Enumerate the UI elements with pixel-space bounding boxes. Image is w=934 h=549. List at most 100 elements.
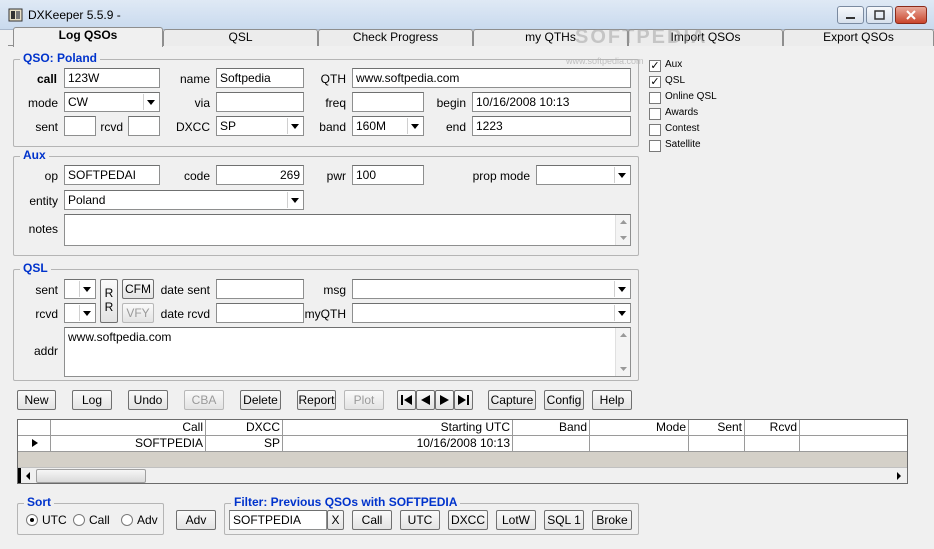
addr-field[interactable]: www.softpedia.com: [64, 327, 631, 377]
window-title: DXKeeper 5.5.9 -: [28, 8, 121, 22]
filter-input[interactable]: SOFTPEDIA: [229, 510, 327, 530]
col-header-starting-utc[interactable]: Starting UTC: [283, 420, 513, 435]
end-label: end: [445, 120, 466, 134]
date-rcvd-field[interactable]: [216, 303, 304, 323]
filter-broke-button[interactable]: Broke: [592, 510, 632, 530]
chevron-down-icon[interactable]: [407, 118, 422, 134]
sent-field[interactable]: [64, 116, 96, 136]
cell-dxcc: SP: [206, 436, 283, 451]
tab-check-progress[interactable]: Check Progress: [318, 29, 473, 46]
msg-select[interactable]: [352, 279, 631, 299]
notes-field[interactable]: [64, 214, 631, 246]
checkbox[interactable]: ✓: [649, 76, 661, 88]
prop-mode-select[interactable]: [536, 165, 631, 185]
via-field[interactable]: [216, 92, 304, 112]
adv-button[interactable]: Adv: [176, 510, 216, 530]
name-field[interactable]: Softpedia: [216, 68, 304, 88]
log-button[interactable]: Log: [72, 390, 112, 410]
config-button[interactable]: Config: [544, 390, 584, 410]
dxcc-label: DXCC: [175, 120, 210, 134]
col-header-band[interactable]: Band: [513, 420, 590, 435]
chevron-down-icon[interactable]: [614, 305, 629, 321]
myqth-select[interactable]: [352, 303, 631, 323]
entity-select[interactable]: Poland: [64, 190, 304, 210]
tab-export-qsos[interactable]: Export QSOs: [783, 29, 934, 46]
chevron-down-icon[interactable]: [287, 192, 302, 208]
band-label: band: [319, 120, 346, 134]
date-sent-field[interactable]: [216, 279, 304, 299]
sort-call-radio[interactable]: [73, 514, 85, 526]
rcvd-field[interactable]: [128, 116, 160, 136]
begin-field[interactable]: 10/16/2008 10:13: [472, 92, 631, 112]
rr-button[interactable]: RR: [100, 279, 118, 323]
cba-button[interactable]: CBA: [184, 390, 224, 410]
dxcc-select[interactable]: SP: [216, 116, 304, 136]
col-header-mode[interactable]: Mode: [590, 420, 689, 435]
filter-utc-button[interactable]: UTC: [400, 510, 440, 530]
col-header-sent[interactable]: Sent: [689, 420, 745, 435]
op-field[interactable]: SOFTPEDAI: [64, 165, 160, 185]
sort-utc-radio[interactable]: [26, 514, 38, 526]
last-record-button[interactable]: [454, 390, 473, 410]
tab-log-qsos[interactable]: Log QSOs: [13, 27, 163, 47]
chevron-down-icon[interactable]: [614, 281, 629, 297]
option-label: Aux: [665, 59, 683, 70]
scroll-thumb[interactable]: [36, 469, 146, 483]
plot-button[interactable]: Plot: [344, 390, 384, 410]
checkbox[interactable]: [649, 124, 661, 136]
qsl-rcvd-select[interactable]: [64, 303, 96, 323]
code-label: code: [183, 169, 210, 183]
delete-button[interactable]: Delete: [240, 390, 281, 410]
checkbox[interactable]: [649, 92, 661, 104]
call-field[interactable]: 123W: [64, 68, 160, 88]
sort-call-label: Call: [89, 513, 110, 527]
tab-qsl[interactable]: QSL: [163, 29, 318, 46]
chevron-down-icon[interactable]: [614, 167, 629, 183]
first-record-button[interactable]: [397, 390, 416, 410]
addr-label: addr: [33, 344, 58, 358]
report-button[interactable]: Report: [297, 390, 336, 410]
col-header-call[interactable]: Call: [51, 420, 206, 435]
table-row[interactable]: SOFTPEDIA SP 10/16/2008 10:13: [18, 436, 907, 452]
checkbox[interactable]: ✓: [649, 60, 661, 72]
qsl-group-title: QSL: [20, 261, 51, 275]
code-field[interactable]: 269: [216, 165, 304, 185]
chevron-down-icon[interactable]: [143, 94, 158, 110]
filter-dxcc-button[interactable]: DXCC: [448, 510, 488, 530]
close-button[interactable]: [895, 6, 927, 24]
chevron-down-icon[interactable]: [79, 305, 94, 321]
prev-record-button[interactable]: [416, 390, 435, 410]
col-header-dxcc[interactable]: DXCC: [206, 420, 283, 435]
checkbox[interactable]: [649, 108, 661, 120]
checkbox[interactable]: [649, 140, 661, 152]
qsl-sent-select[interactable]: [64, 279, 96, 299]
mode-select[interactable]: CW: [64, 92, 160, 112]
grid-hscrollbar[interactable]: [18, 467, 907, 483]
pwr-field[interactable]: 100: [352, 165, 424, 185]
sort-adv-radio[interactable]: [121, 514, 133, 526]
addr-scrollbar[interactable]: [615, 328, 630, 376]
filter-clear-button[interactable]: X: [327, 510, 344, 530]
sort-utc-label: UTC: [42, 513, 67, 527]
notes-scrollbar[interactable]: [615, 215, 630, 245]
filter-sql1-button[interactable]: SQL 1: [544, 510, 584, 530]
band-select[interactable]: 160M: [352, 116, 424, 136]
help-button[interactable]: Help: [592, 390, 632, 410]
end-field[interactable]: 1223: [472, 116, 631, 136]
new-button[interactable]: New: [17, 390, 56, 410]
minimize-button[interactable]: [837, 6, 864, 24]
col-header-rcvd[interactable]: Rcvd: [745, 420, 800, 435]
filter-call-button[interactable]: Call: [352, 510, 392, 530]
next-record-button[interactable]: [435, 390, 454, 410]
rcvd-label: rcvd: [100, 120, 123, 134]
capture-button[interactable]: Capture: [488, 390, 536, 410]
qth-field[interactable]: www.softpedia.com: [352, 68, 631, 88]
undo-button[interactable]: Undo: [128, 390, 168, 410]
maximize-button[interactable]: [866, 6, 893, 24]
filter-lotw-button[interactable]: LotW: [496, 510, 536, 530]
option-label: Online QSL: [665, 91, 717, 102]
mode-label: mode: [27, 96, 58, 110]
chevron-down-icon[interactable]: [79, 281, 94, 297]
freq-field[interactable]: [352, 92, 424, 112]
chevron-down-icon[interactable]: [287, 118, 302, 134]
